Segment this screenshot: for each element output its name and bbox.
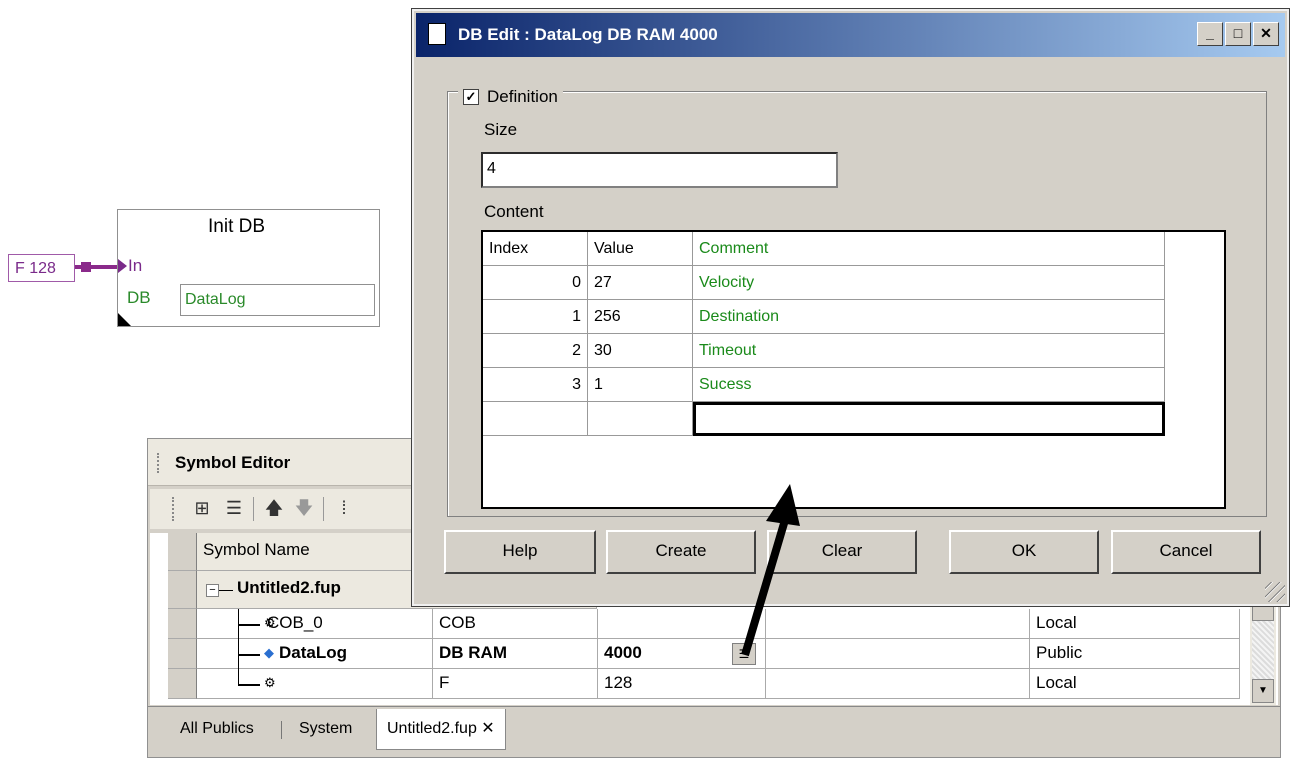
- symbol-name-cell[interactable]: [197, 669, 433, 699]
- move-down-icon[interactable]: 🡇: [292, 496, 316, 520]
- comment-cell[interactable]: Destination: [693, 300, 1165, 334]
- table-row[interactable]: ⚙ F 128 Local: [150, 669, 1278, 699]
- table-row[interactable]: COB_0 ⚙ COB Local: [150, 609, 1278, 639]
- toolbar-grip-icon[interactable]: [172, 497, 177, 521]
- symbol-scope-cell[interactable]: Public: [1030, 639, 1240, 669]
- ok-button[interactable]: OK: [949, 530, 1099, 574]
- content-table: Index Value Comment 0 27 Velocity 1 256 …: [481, 230, 1226, 509]
- symbol-type-cell[interactable]: COB: [433, 609, 598, 639]
- panel-grip-icon[interactable]: [157, 453, 162, 473]
- document-icon: [428, 23, 446, 45]
- input-label: In: [128, 256, 143, 275]
- value-cell[interactable]: 1: [588, 368, 693, 402]
- symbol-comment-cell[interactable]: [766, 609, 1030, 639]
- row-selector[interactable]: [168, 571, 197, 609]
- tree-connector: [238, 654, 260, 656]
- db-parameter-field[interactable]: DataLog: [180, 284, 375, 316]
- move-up-icon[interactable]: 🡅: [262, 496, 286, 520]
- cancel-button[interactable]: Cancel: [1111, 530, 1261, 574]
- db-edit-dialog: DB Edit : DataLog DB RAM 4000 _ □ ✕ ✓ De…: [411, 8, 1290, 607]
- maximize-button[interactable]: □: [1225, 22, 1251, 46]
- index-cell: [483, 402, 588, 436]
- definition-checkbox[interactable]: ✓: [463, 89, 479, 105]
- flag-symbol-icon: ⚙: [264, 675, 276, 690]
- index-cell: 1: [483, 300, 588, 334]
- init-db-function-block[interactable]: Init DB In DB DataLog: [117, 209, 380, 327]
- content-label: Content: [484, 202, 544, 221]
- row-selector[interactable]: [168, 533, 197, 571]
- column-header-value: Value: [588, 232, 693, 266]
- help-button[interactable]: Help: [444, 530, 596, 574]
- scroll-down-icon[interactable]: ▼: [1252, 679, 1274, 703]
- tab-all-publics[interactable]: All Publics: [170, 709, 264, 749]
- row-selector[interactable]: [168, 669, 197, 699]
- size-label: Size: [484, 120, 518, 139]
- tab-separator: [281, 721, 282, 739]
- document-tabs: All Publics System Untitled2.fup ✕: [148, 706, 1280, 757]
- tree-line: [238, 669, 239, 685]
- toolbar-separator: [323, 497, 324, 521]
- row-selector[interactable]: [168, 639, 197, 669]
- symbol-address-cell[interactable]: 128: [598, 669, 766, 699]
- connection-dot: [81, 262, 91, 272]
- symbol-scope-cell[interactable]: Local: [1030, 609, 1240, 639]
- comment-cell-active[interactable]: [693, 402, 1165, 436]
- input-arrow-icon: [118, 259, 127, 273]
- column-header-comment: Comment: [693, 232, 1165, 266]
- block-title: Init DB: [208, 216, 266, 237]
- clear-button[interactable]: Clear: [767, 530, 917, 574]
- value-cell[interactable]: [588, 402, 693, 436]
- symbol-editor-title: Symbol Editor: [175, 453, 291, 472]
- column-header-index: Index: [483, 232, 588, 266]
- cob-symbol-icon: ⚙: [264, 615, 276, 630]
- db-label: DB: [127, 288, 151, 307]
- tree-connector: [238, 684, 260, 686]
- dialog-titlebar[interactable]: DB Edit : DataLog DB RAM 4000 _ □ ✕: [416, 13, 1285, 57]
- collapse-icon[interactable]: −: [206, 584, 219, 597]
- row-selector[interactable]: [168, 609, 197, 639]
- comment-cell[interactable]: Sucess: [693, 368, 1165, 402]
- symbol-address-cell[interactable]: [598, 609, 766, 639]
- tab-system[interactable]: System: [289, 709, 362, 749]
- value-cell[interactable]: 30: [588, 334, 693, 368]
- resize-grip-icon[interactable]: [1265, 582, 1285, 602]
- create-button[interactable]: Create: [606, 530, 756, 574]
- index-cell: 3: [483, 368, 588, 402]
- close-button[interactable]: ✕: [1253, 22, 1279, 46]
- symbol-name-cell[interactable]: COB_0: [197, 609, 433, 639]
- datalog-diamond-icon: ◆: [264, 645, 274, 660]
- size-input[interactable]: 4: [481, 152, 838, 188]
- value-cell[interactable]: 27: [588, 266, 693, 300]
- comment-cell[interactable]: Velocity: [693, 266, 1165, 300]
- tree-view-icon[interactable]: ⊞: [190, 496, 214, 520]
- db-edit-ellipsis-button[interactable]: ☰: [732, 643, 756, 665]
- definition-label: Definition: [487, 87, 558, 106]
- table-row[interactable]: DataLog ◆ DB RAM 4000 ☰ Public: [150, 639, 1278, 669]
- symbol-comment-cell[interactable]: [766, 639, 1030, 669]
- dialog-title: DB Edit : DataLog DB RAM 4000: [458, 25, 718, 44]
- symbol-name-cell[interactable]: DataLog: [197, 639, 433, 669]
- symbol-type-cell[interactable]: DB RAM: [433, 639, 598, 669]
- index-cell: 0: [483, 266, 588, 300]
- flag-constant-f128[interactable]: F 128: [8, 254, 75, 282]
- symbol-type-cell[interactable]: F: [433, 669, 598, 699]
- tab-untitled2-fup[interactable]: Untitled2.fup ✕: [376, 709, 506, 750]
- value-cell[interactable]: 256: [588, 300, 693, 334]
- scrollbar-track[interactable]: [1252, 621, 1274, 679]
- minimize-button[interactable]: _: [1197, 22, 1223, 46]
- index-cell: 2: [483, 334, 588, 368]
- toolbar-separator: [253, 497, 254, 521]
- symbol-scope-cell[interactable]: Local: [1030, 669, 1240, 699]
- comment-cell[interactable]: Timeout: [693, 334, 1165, 368]
- column-icon[interactable]: ⁞: [332, 496, 356, 520]
- tree-connector: [219, 590, 233, 591]
- list-view-icon[interactable]: ☰: [222, 496, 246, 520]
- symbol-comment-cell[interactable]: [766, 669, 1030, 699]
- tree-connector: [238, 624, 260, 626]
- definition-checkbox-group[interactable]: ✓ Definition: [458, 87, 563, 107]
- block-corner-marker: [118, 313, 131, 326]
